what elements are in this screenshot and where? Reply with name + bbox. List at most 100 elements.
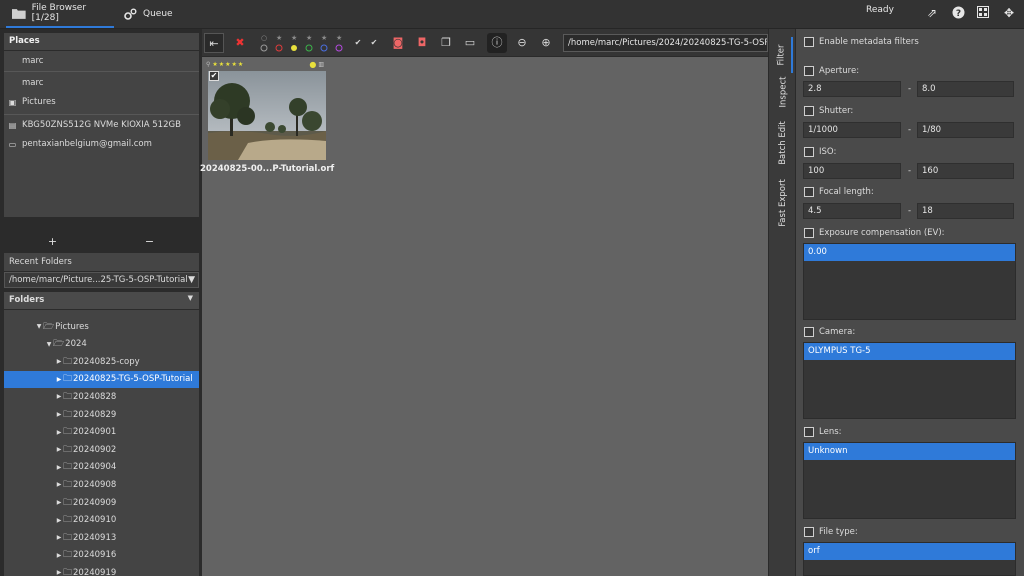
exposure-compensation-checkbox[interactable]: Exposure compensation (EV):	[804, 228, 945, 238]
folder-tree-item[interactable]: ▶ 🗀 20240919	[4, 564, 199, 576]
shutter-from-input[interactable]: 1/1000	[803, 122, 901, 138]
edited-filter-icon[interactable]: ✔	[352, 33, 364, 53]
iso-to-input[interactable]: 160	[917, 163, 1014, 179]
trash-icon[interactable]: ▥	[318, 61, 324, 68]
collapsed-arrow-icon[interactable]: ▶	[55, 481, 63, 488]
collapsed-arrow-icon[interactable]: ▶	[55, 393, 63, 400]
tab-queue[interactable]: Queue	[124, 0, 184, 28]
file-type-checkbox[interactable]: File type:	[804, 527, 858, 537]
folder-tree-item[interactable]: ▶ 🗀 20240902	[4, 441, 199, 458]
collapsed-arrow-icon[interactable]: ▶	[55, 429, 63, 436]
thumbnail-image	[208, 71, 326, 160]
aperture-checkbox[interactable]: Aperture:	[804, 66, 859, 76]
collapsed-arrow-icon[interactable]: ▶	[55, 464, 63, 471]
network-drive-icon: ▭	[8, 139, 17, 149]
folder-icon: 🗀	[63, 427, 73, 438]
crop-filter-icon[interactable]: ◙	[390, 33, 406, 53]
rating-color-filter-icon[interactable]: ○ ★ ★ ★ ★ ★	[258, 33, 344, 53]
focal-from-input[interactable]: 4.5	[803, 203, 901, 219]
shutter-to-input[interactable]: 1/80	[917, 122, 1014, 138]
rating-stars[interactable]: ★★★★★	[212, 61, 244, 68]
camera-list[interactable]: OLYMPUS TG-5	[803, 342, 1016, 419]
place-item[interactable]: ▣ Pictures	[8, 95, 56, 109]
collapsed-arrow-icon[interactable]: ▶	[55, 376, 63, 383]
open-folder-icon[interactable]: ▭	[462, 33, 478, 53]
divider	[4, 114, 199, 115]
delete-filter-icon[interactable]: ◘	[414, 33, 430, 53]
collapsed-arrow-icon[interactable]: ▶	[55, 517, 63, 524]
place-item[interactable]: marc	[8, 76, 43, 90]
collapsed-arrow-icon[interactable]: ▶	[55, 358, 63, 365]
list-item[interactable]: 0.00	[804, 244, 1015, 261]
aperture-from-input[interactable]: 2.8	[803, 81, 901, 97]
folder-tree-item[interactable]: ▶ 🗀 20240904	[4, 459, 199, 476]
trash-filter-icon[interactable]: ✖	[232, 33, 248, 53]
top-bar: File Browser [1/28] Queue Ready ⇗ ? ✥	[0, 0, 1024, 29]
folder-tree-item[interactable]: ▶ 🗀 20240908	[4, 476, 199, 493]
enable-metadata-filters-checkbox[interactable]: Enable metadata filters	[804, 37, 919, 47]
tab-batch-edit[interactable]: Batch Edit	[773, 119, 793, 167]
aperture-to-input[interactable]: 8.0	[917, 81, 1014, 97]
tab-fast-export[interactable]: Fast Export	[773, 175, 793, 231]
list-item[interactable]: OLYMPUS TG-5	[804, 343, 1015, 360]
copy-icon[interactable]: ❐	[438, 33, 454, 53]
file-type-list[interactable]: orf	[803, 542, 1016, 576]
shutter-checkbox[interactable]: Shutter:	[804, 106, 853, 116]
folder-tree-item[interactable]: ▼ 🗁 Pictures	[4, 318, 199, 335]
recent-folders-select[interactable]: /home/marc/Picture...25-TG-5-OSP-Tutoria…	[4, 272, 199, 288]
folder-tree-item[interactable]: ▶ 🗀 20240916	[4, 547, 199, 564]
folder-tree-item[interactable]: ▶ 🗀 20240913	[4, 529, 199, 546]
focal-to-input[interactable]: 18	[917, 203, 1014, 219]
folder-tree-item[interactable]: ▶ 🗀 20240901	[4, 424, 199, 441]
place-item[interactable]: ▤ KBG50ZNS512G NVMe KIOXIA 512GB	[8, 118, 181, 132]
collapsed-arrow-icon[interactable]: ▶	[55, 569, 63, 576]
thumbnail-filename: 20240825-00...P-Tutorial.orf	[200, 164, 335, 174]
path-input[interactable]: /home/marc/Pictures/2024/20240825-TG-5-O…	[563, 34, 768, 52]
place-item[interactable]: ▭ pentaxianbelgium@gmail.com	[8, 137, 152, 151]
iso-from-input[interactable]: 100	[803, 163, 901, 179]
folder-tree-item[interactable]: ▶ 🗀 20240910	[4, 512, 199, 529]
tab-inspect[interactable]: Inspect	[773, 73, 793, 111]
zoom-in-icon[interactable]: ⊕	[538, 33, 554, 53]
collapsed-arrow-icon[interactable]: ▶	[55, 499, 63, 506]
list-item[interactable]: Unknown	[804, 443, 1015, 460]
lens-checkbox[interactable]: Lens:	[804, 427, 842, 437]
tool-tabs: Filter Inspect Batch Edit Fast Export	[768, 29, 796, 576]
collapsed-arrow-icon[interactable]: ▶	[55, 411, 63, 418]
chevron-down-icon[interactable]: ▼	[188, 294, 193, 302]
exposure-list[interactable]: 0.00	[803, 243, 1016, 320]
folder-tree-item[interactable]: ▶ 🗀 20240829	[4, 406, 199, 423]
focal-length-checkbox[interactable]: Focal length:	[804, 187, 874, 197]
saved-filter-icon[interactable]: ✔	[368, 33, 380, 53]
add-place-button[interactable]: +	[4, 235, 101, 249]
collapsed-arrow-icon[interactable]: ▶	[55, 534, 63, 541]
tab-filter[interactable]: Filter	[773, 37, 793, 73]
layout-icon[interactable]	[976, 6, 990, 20]
expanded-arrow-icon[interactable]: ▼	[45, 341, 53, 348]
info-icon[interactable]: ⓘ	[487, 33, 507, 53]
list-item[interactable]: orf	[804, 543, 1015, 560]
send-to-editor-icon[interactable]: ⇗	[925, 6, 939, 20]
zoom-out-icon[interactable]: ⊖	[514, 33, 530, 53]
collapsed-arrow-icon[interactable]: ▶	[55, 446, 63, 453]
tab-file-browser[interactable]: File Browser [1/28]	[6, 0, 114, 28]
remove-place-button[interactable]: −	[101, 235, 198, 249]
folder-tree-item[interactable]: ▶ 🗀 20240828	[4, 388, 199, 405]
fullscreen-icon[interactable]: ✥	[1002, 6, 1016, 20]
color-label-icon[interactable]: ●	[309, 60, 316, 69]
place-item[interactable]: marc	[8, 54, 43, 68]
folder-tree-item[interactable]: ▶ 🗀 20240909	[4, 494, 199, 511]
folder-tree-item[interactable]: ▶ 🗀 20240825-TG-5-OSP-Tutorial	[4, 370, 199, 388]
thumbnail[interactable]: ⚲ ★★★★★ ● ▥ ✔ 20240825-00...P-Tutorial.o…	[200, 59, 334, 184]
toggle-left-panel-icon[interactable]: ⇤	[204, 33, 224, 53]
camera-checkbox[interactable]: Camera:	[804, 327, 855, 337]
tab-queue-label: Queue	[143, 9, 173, 19]
select-checkbox[interactable]: ✔	[209, 71, 219, 81]
lens-list[interactable]: Unknown	[803, 442, 1016, 519]
folder-tree-item[interactable]: ▶ 🗀 20240825-copy	[4, 353, 199, 370]
collapsed-arrow-icon[interactable]: ▶	[55, 552, 63, 559]
folder-tree-item[interactable]: ▼ 🗁 2024	[4, 336, 199, 353]
help-icon[interactable]: ?	[951, 6, 965, 20]
iso-checkbox[interactable]: ISO:	[804, 147, 836, 157]
expanded-arrow-icon[interactable]: ▼	[35, 323, 43, 330]
